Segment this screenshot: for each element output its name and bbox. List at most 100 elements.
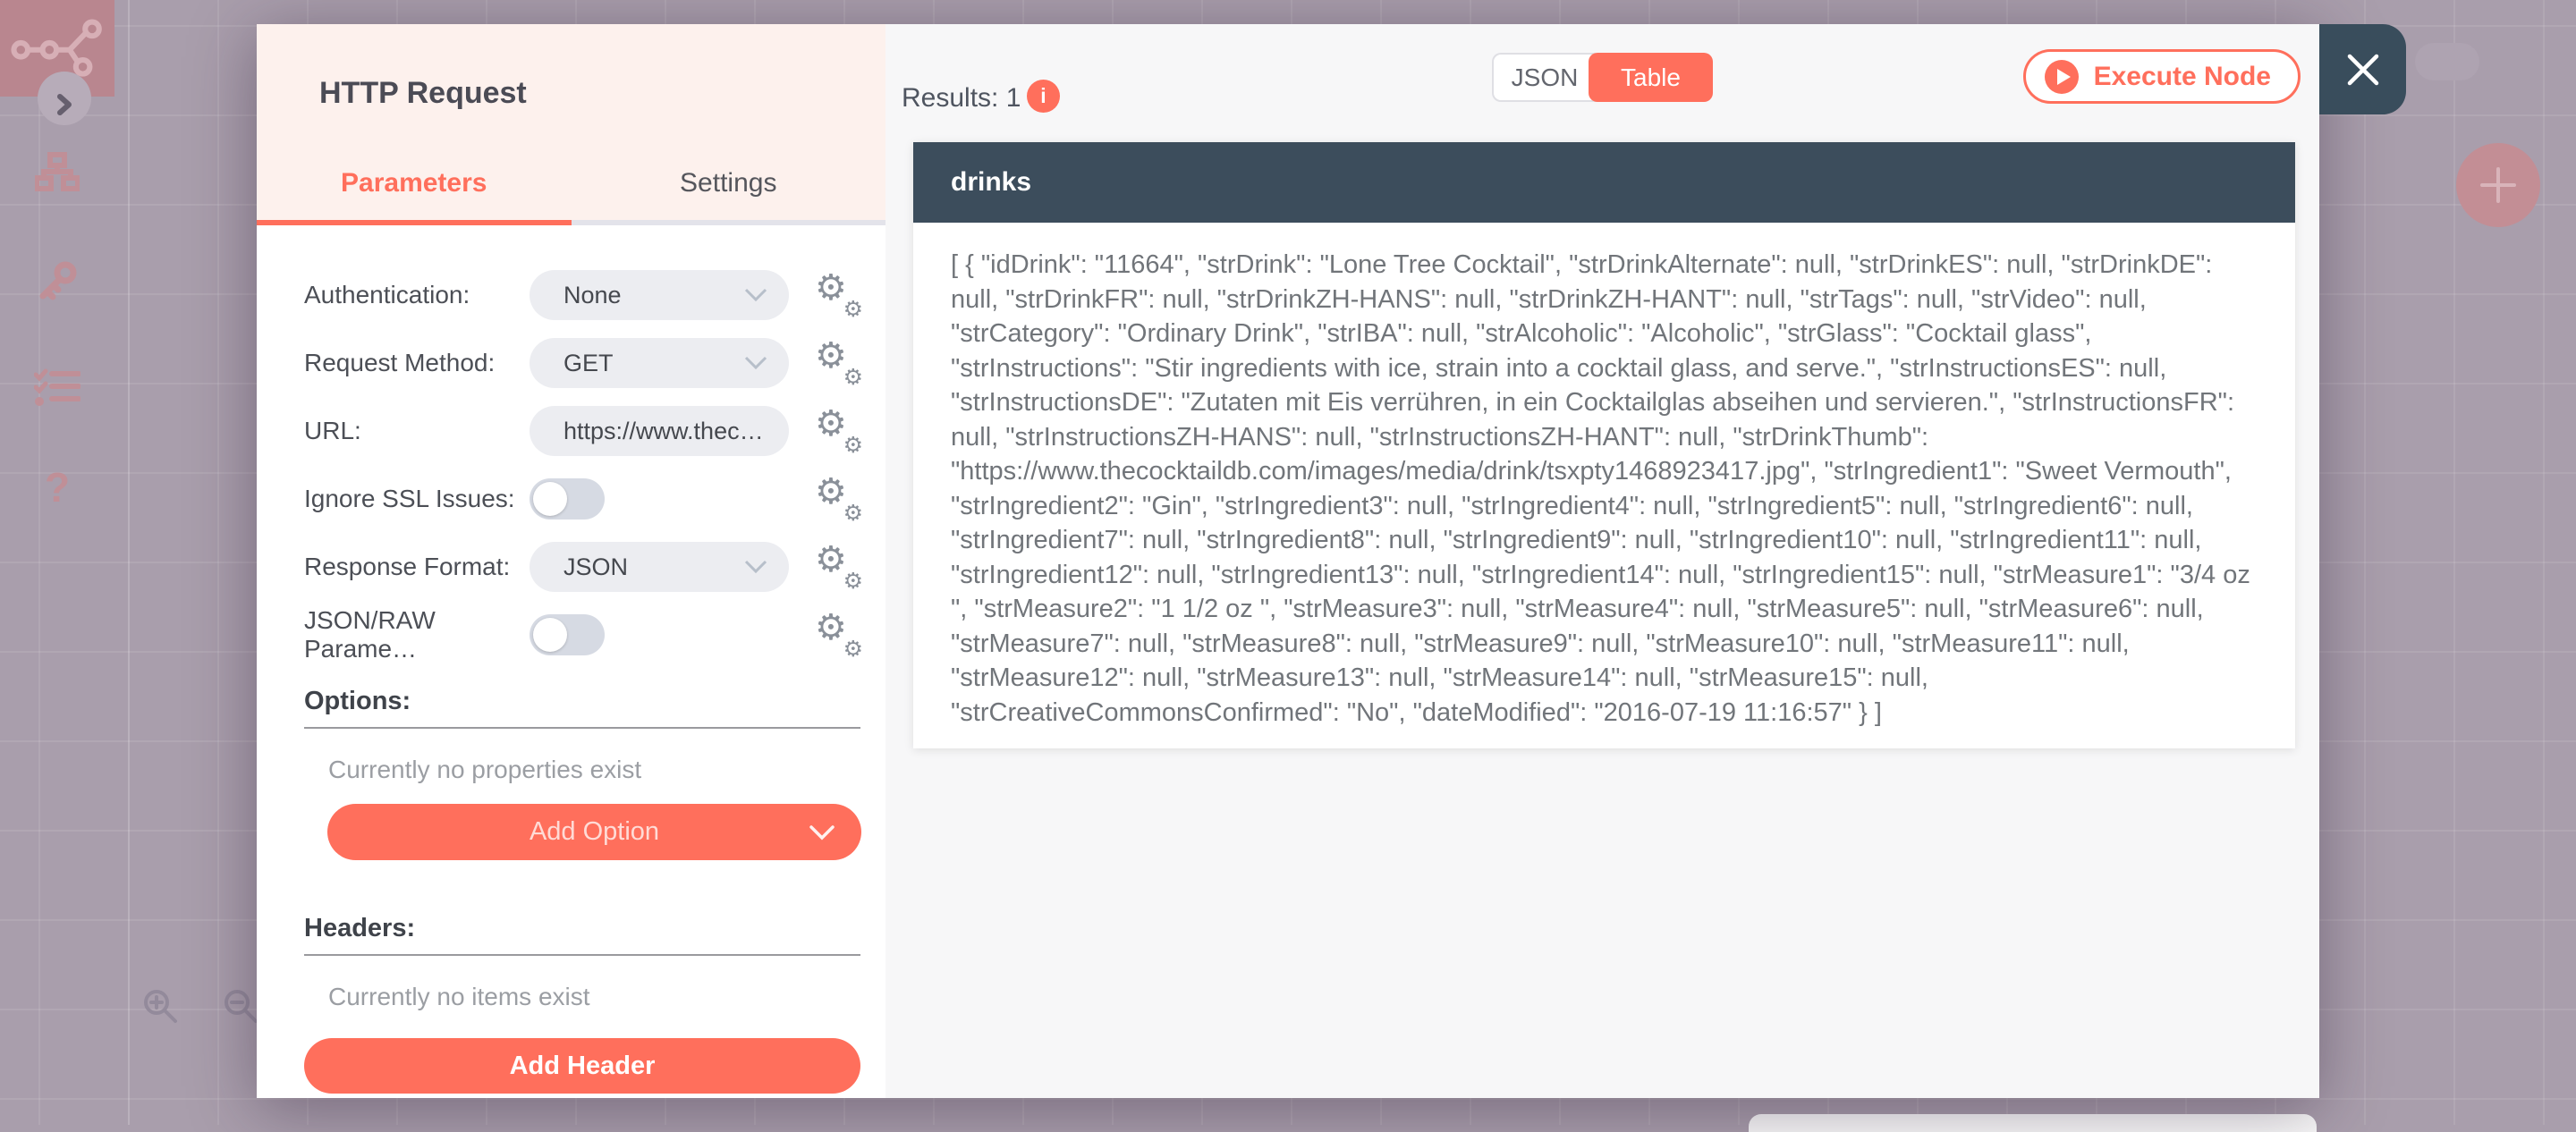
- view-json-button[interactable]: JSON: [1492, 53, 1596, 102]
- parameter-options-icon[interactable]: ⚙ ⚙: [815, 607, 863, 662]
- sidebar-item-executions[interactable]: [0, 368, 114, 408]
- results-json-value: [ { "idDrink": "11664", "strDrink": "Lon…: [951, 250, 2250, 727]
- zoom-in-icon: [144, 990, 177, 1023]
- parameter-row: JSON/RAW Parame… ⚙ ⚙: [304, 601, 863, 669]
- headers-section: Headers: Currently no items exist Add He…: [304, 914, 863, 1094]
- options-empty-note: Currently no properties exist: [328, 756, 642, 783]
- gear-icon: ⚙: [815, 471, 847, 512]
- view-table-button[interactable]: Table: [1589, 53, 1713, 102]
- node-title: HTTP Request: [319, 76, 527, 110]
- select-value: JSON: [564, 553, 629, 580]
- gear-icon: ⚙: [843, 500, 863, 526]
- toggle-knob: [533, 482, 567, 516]
- plus-icon: [2480, 167, 2516, 203]
- info-glyph: i: [1040, 84, 1046, 107]
- field-label: Ignore SSL Issues:: [304, 485, 515, 512]
- close-button[interactable]: [2319, 24, 2406, 114]
- json-raw-parameters-toggle[interactable]: [530, 614, 605, 655]
- results-table-cell[interactable]: [ { "idDrink": "11664", "strDrink": "Lon…: [913, 223, 2295, 748]
- zoom-out-icon: [225, 990, 258, 1023]
- options-heading: Options:: [304, 687, 411, 715]
- add-option-button[interactable]: Add Option: [327, 804, 861, 860]
- gear-icon: ⚙: [815, 607, 847, 648]
- workflow-icon: [35, 152, 80, 191]
- canvas-bottom-button[interactable]: [1749, 1114, 2317, 1132]
- tab-parameters[interactable]: Parameters: [257, 168, 572, 220]
- sidebar-expand-button[interactable]: [38, 72, 91, 125]
- ignore-ssl-toggle[interactable]: [530, 478, 605, 520]
- n8n-logo-icon: [11, 19, 102, 77]
- chevron-down-icon: [744, 560, 767, 574]
- headers-empty-note: Currently no items exist: [328, 983, 590, 1010]
- select-value: None: [564, 281, 622, 308]
- add-header-button[interactable]: Add Header: [304, 1038, 860, 1094]
- options-section: Options: Currently no properties exist A…: [304, 687, 863, 860]
- tab-settings[interactable]: Settings: [572, 168, 886, 220]
- gear-icon: ⚙: [843, 364, 863, 390]
- results-view-toggle: JSON Table: [1492, 53, 1713, 102]
- gear-icon: ⚙: [815, 539, 847, 580]
- field-label: Response Format:: [304, 553, 511, 580]
- input-value: https://www.thec…: [564, 417, 764, 444]
- sidebar-item-help[interactable]: ?: [0, 463, 114, 511]
- field-label: URL:: [304, 417, 361, 444]
- authentication-select[interactable]: None: [530, 270, 789, 320]
- response-format-select[interactable]: JSON: [530, 542, 789, 592]
- results-count: Results: 1: [902, 83, 1021, 113]
- checklist-icon: [34, 368, 80, 406]
- close-icon: [2347, 54, 2378, 85]
- chevron-right-icon: [57, 94, 72, 115]
- parameters-form: Authentication: None ⚙ ⚙ Request Method: …: [257, 225, 886, 1094]
- parameter-options-icon[interactable]: ⚙ ⚙: [815, 267, 863, 322]
- parameter-row: Response Format: JSON ⚙ ⚙: [304, 533, 863, 601]
- chevron-down-icon: [744, 356, 767, 370]
- parameter-options-icon[interactable]: ⚙ ⚙: [815, 335, 863, 390]
- parameter-row: URL: https://www.thec… ⚙ ⚙: [304, 397, 863, 465]
- headers-heading: Headers:: [304, 914, 416, 942]
- help-icon: ?: [44, 464, 71, 511]
- parameter-options-icon[interactable]: ⚙ ⚙: [815, 471, 863, 526]
- field-label: Request Method:: [304, 349, 496, 376]
- add-node-button[interactable]: [2456, 143, 2540, 227]
- chevron-down-icon: [809, 825, 835, 841]
- sidebar-item-workflows[interactable]: [0, 152, 114, 191]
- key-icon: [39, 261, 77, 300]
- zoom-out-button[interactable]: [222, 987, 261, 1031]
- gear-icon: ⚙: [815, 267, 847, 308]
- node-settings-panel: HTTP Request Parameters Settings Authent…: [257, 24, 886, 1098]
- parameter-row: Ignore SSL Issues: ⚙ ⚙: [304, 465, 863, 533]
- zoom-in-button[interactable]: [141, 987, 181, 1031]
- gear-icon: ⚙: [815, 403, 847, 444]
- node-header: HTTP Request Parameters Settings: [257, 24, 886, 220]
- results-table-header-row: drinks: [913, 142, 2295, 223]
- results-table: drinks [ { "idDrink": "11664", "strDrink…: [913, 142, 2295, 748]
- gear-icon: ⚙: [843, 296, 863, 322]
- sidebar: ?: [0, 0, 130, 1125]
- play-icon: [2044, 59, 2079, 94]
- parameter-options-icon[interactable]: ⚙ ⚙: [815, 403, 863, 458]
- info-icon[interactable]: i: [1027, 80, 1060, 113]
- parameter-row: Authentication: None ⚙ ⚙: [304, 261, 863, 329]
- workflow-active-toggle[interactable]: [2415, 43, 2479, 80]
- gear-icon: ⚙: [843, 568, 863, 594]
- execute-node-label: Execute Node: [2093, 61, 2271, 91]
- tab-bar: Parameters Settings: [257, 168, 886, 220]
- results-column-header: drinks: [951, 167, 1032, 197]
- gear-icon: ⚙: [843, 636, 863, 662]
- url-input[interactable]: https://www.thec…: [530, 406, 789, 456]
- field-label: Authentication:: [304, 281, 470, 308]
- node-editor-modal: HTTP Request Parameters Settings Authent…: [257, 24, 2406, 1098]
- select-value: GET: [564, 349, 614, 376]
- parameter-options-icon[interactable]: ⚙ ⚙: [815, 539, 863, 594]
- section-divider: [304, 727, 860, 729]
- sidebar-item-credentials[interactable]: [0, 259, 114, 302]
- request-method-select[interactable]: GET: [530, 338, 789, 388]
- section-divider: [304, 954, 860, 956]
- toggle-knob: [533, 618, 567, 652]
- parameter-row: Request Method: GET ⚙ ⚙: [304, 329, 863, 397]
- execute-node-button[interactable]: Execute Node: [2022, 49, 2301, 104]
- gear-icon: ⚙: [843, 432, 863, 458]
- gear-icon: ⚙: [815, 335, 847, 376]
- results-panel: Results: 1 i JSON Table Execute Node dri…: [886, 24, 2319, 1098]
- add-header-label: Add Header: [509, 1051, 656, 1080]
